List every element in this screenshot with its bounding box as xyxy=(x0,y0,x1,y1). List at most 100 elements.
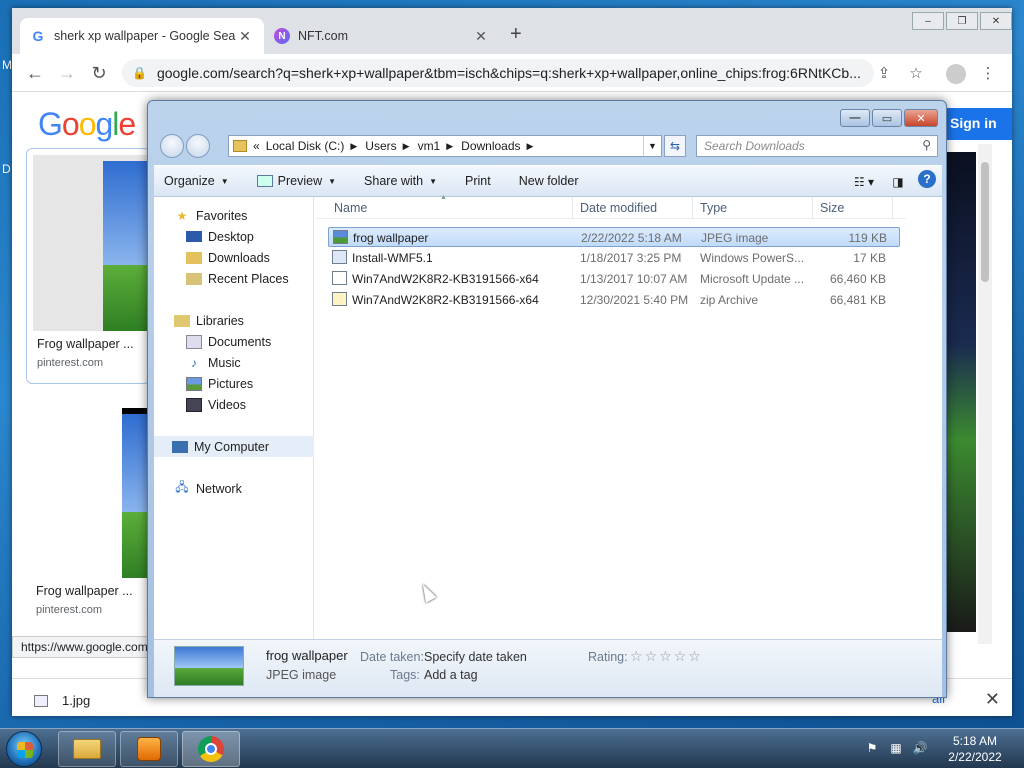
back-arrow-icon[interactable]: ← xyxy=(24,62,46,84)
print-button[interactable]: Print xyxy=(455,174,501,188)
minimize-button[interactable]: — xyxy=(840,109,870,127)
refresh-icon[interactable]: ⇆ xyxy=(664,135,686,157)
desktop-fragment: D xyxy=(2,162,11,176)
star-icon[interactable]: ☆ xyxy=(659,648,674,664)
back-button[interactable] xyxy=(160,134,184,158)
star-icon[interactable]: ☆ xyxy=(630,648,645,664)
result-caption[interactable]: Frog wallpaper ... xyxy=(37,337,134,351)
details-pane: frog wallpaper JPEG image Date taken: Sp… xyxy=(154,639,942,697)
breadcrumb-users[interactable]: Users xyxy=(365,139,396,153)
rating-stars[interactable]: ☆☆☆☆☆ xyxy=(630,648,703,665)
chevron-right-icon[interactable]: ▶ xyxy=(403,141,410,152)
chevron-right-icon[interactable]: ▶ xyxy=(527,141,534,152)
file-name[interactable]: frog wallpaper xyxy=(353,231,428,245)
nav-label: Videos xyxy=(208,397,246,412)
column-date-modified[interactable]: Date modified xyxy=(580,201,657,215)
close-button[interactable]: ✕ xyxy=(904,109,938,127)
breadcrumb-vm1[interactable]: vm1 xyxy=(418,139,441,153)
share-with-label: Share with xyxy=(364,174,424,188)
address-breadcrumb[interactable]: « Local Disk (C:) ▶ Users ▶ vm1 ▶ Downloads… xyxy=(228,135,662,157)
chevron-right-icon[interactable]: ▶ xyxy=(350,141,357,152)
sign-in-button[interactable]: Sign in xyxy=(940,108,1012,140)
nav-label: Downloads xyxy=(208,250,270,265)
nav-my-computer[interactable]: My Computer xyxy=(154,436,314,457)
image-result-card[interactable]: Frog wallpaper ... pinterest.com xyxy=(26,148,150,384)
taskbar-chrome[interactable] xyxy=(182,731,240,767)
file-row[interactable]: frog wallpaper 2/22/2022 5:18 AM JPEG im… xyxy=(328,227,900,247)
star-icon[interactable]: ☆ xyxy=(688,648,703,664)
forward-arrow-icon[interactable]: → xyxy=(56,62,78,84)
result-thumbnail[interactable] xyxy=(32,402,148,578)
search-downloads-input[interactable]: Search Downloads ⚲ xyxy=(696,135,938,157)
restore-button[interactable]: ❐ xyxy=(946,12,978,30)
breadcrumb-local-disk[interactable]: Local Disk (C:) xyxy=(266,139,345,153)
bookmark-star-icon[interactable]: ☆ xyxy=(906,64,926,84)
close-tab-icon[interactable]: ✕ xyxy=(236,28,254,45)
change-view-icon[interactable]: ☷ ▾ xyxy=(850,170,878,194)
details-thumbnail xyxy=(174,646,244,686)
tab-google-search[interactable]: G sherk xp wallpaper - Google Search ✕ xyxy=(20,18,264,54)
file-name[interactable]: Win7AndW2K8R2-KB3191566-x64 xyxy=(352,272,539,286)
file-row[interactable]: Install-WMF5.1 1/18/2017 3:25 PM Windows… xyxy=(328,248,900,268)
minimize-button[interactable]: – xyxy=(912,12,944,30)
menu-kebab-icon[interactable]: ⋮ xyxy=(978,64,998,84)
page-scrollbar[interactable] xyxy=(978,144,992,644)
profile-icon[interactable] xyxy=(946,64,966,84)
breadcrumb-overflow[interactable]: « xyxy=(253,139,260,153)
maximize-button[interactable]: ▭ xyxy=(872,109,902,127)
start-button[interactable] xyxy=(6,731,42,767)
preview-button[interactable]: Preview ▼ xyxy=(247,174,346,188)
star-icon[interactable]: ☆ xyxy=(674,648,689,664)
share-icon[interactable]: ⇪ xyxy=(874,64,894,84)
network-icon[interactable]: ▦ xyxy=(888,741,904,755)
taskbar-media-player[interactable] xyxy=(120,731,178,767)
tags-value[interactable]: Add a tag xyxy=(424,668,478,682)
image-result-card[interactable]: Frog wallpaper ... pinterest.com xyxy=(26,396,150,632)
chevron-down-icon[interactable]: ▼ xyxy=(643,136,661,156)
google-logo[interactable]: Google xyxy=(38,106,136,143)
details-file-name: frog wallpaper xyxy=(266,648,348,663)
powershell-file-icon xyxy=(332,250,347,264)
column-size[interactable]: Size xyxy=(820,201,844,215)
breadcrumb-downloads[interactable]: Downloads xyxy=(461,139,520,153)
chevron-right-icon[interactable]: ▶ xyxy=(446,141,453,152)
result-thumbnail[interactable] xyxy=(944,152,976,632)
organize-button[interactable]: Organize ▼ xyxy=(154,174,239,188)
forward-button[interactable] xyxy=(186,134,210,158)
action-center-icon[interactable]: ⚑ xyxy=(864,741,880,755)
file-size: 17 KB xyxy=(853,251,886,265)
date-taken-value[interactable]: Specify date taken xyxy=(424,650,527,664)
column-type[interactable]: Type xyxy=(700,201,727,215)
close-tab-icon[interactable]: ✕ xyxy=(472,28,490,45)
file-row[interactable]: Win7AndW2K8R2-KB3191566-x64 12/30/2021 5… xyxy=(328,290,900,310)
file-name[interactable]: Win7AndW2K8R2-KB3191566-x64 xyxy=(352,293,539,307)
result-thumbnail[interactable] xyxy=(33,155,149,331)
nft-icon: N xyxy=(274,28,290,44)
new-folder-button[interactable]: New folder xyxy=(509,174,589,188)
close-button[interactable]: ✕ xyxy=(980,12,1012,30)
preview-pane-icon[interactable]: ◨ xyxy=(884,170,912,194)
nav-libraries[interactable]: Libraries xyxy=(174,310,334,331)
nav-favorites[interactable]: ★ Favorites xyxy=(174,205,334,226)
file-row[interactable]: Win7AndW2K8R2-KB3191566-x64 1/13/2017 10… xyxy=(328,269,900,289)
column-name[interactable]: Name xyxy=(334,201,367,215)
close-download-bar-icon[interactable]: ✕ xyxy=(985,689,1000,710)
new-tab-button[interactable]: + xyxy=(510,23,522,46)
url-text: google.com/search?q=sherk+xp+wallpaper&t… xyxy=(156,65,861,81)
search-icon[interactable]: ⚲ xyxy=(922,138,931,152)
address-bar[interactable]: 🔒 google.com/search?q=sherk+xp+wallpaper… xyxy=(122,59,874,87)
file-name[interactable]: Install-WMF5.1 xyxy=(352,251,433,265)
star-icon[interactable]: ☆ xyxy=(645,648,660,664)
download-item[interactable]: 1.jpg xyxy=(34,693,90,708)
reload-icon[interactable]: ↻ xyxy=(88,62,110,84)
clock[interactable]: 5:18 AM 2/22/2022 xyxy=(940,733,1010,765)
tab-nft[interactable]: N NFT.com ✕ xyxy=(264,18,500,54)
help-icon[interactable]: ? xyxy=(918,170,936,188)
taskbar-explorer[interactable] xyxy=(58,731,116,767)
result-caption[interactable]: Frog wallpaper ... xyxy=(36,584,133,598)
nav-network[interactable]: 🖧 Network xyxy=(174,478,334,499)
volume-icon[interactable]: 🔊 xyxy=(912,741,928,755)
organize-label: Organize xyxy=(164,174,215,188)
share-with-button[interactable]: Share with ▼ xyxy=(354,174,447,188)
tab-title: NFT.com xyxy=(298,29,348,43)
